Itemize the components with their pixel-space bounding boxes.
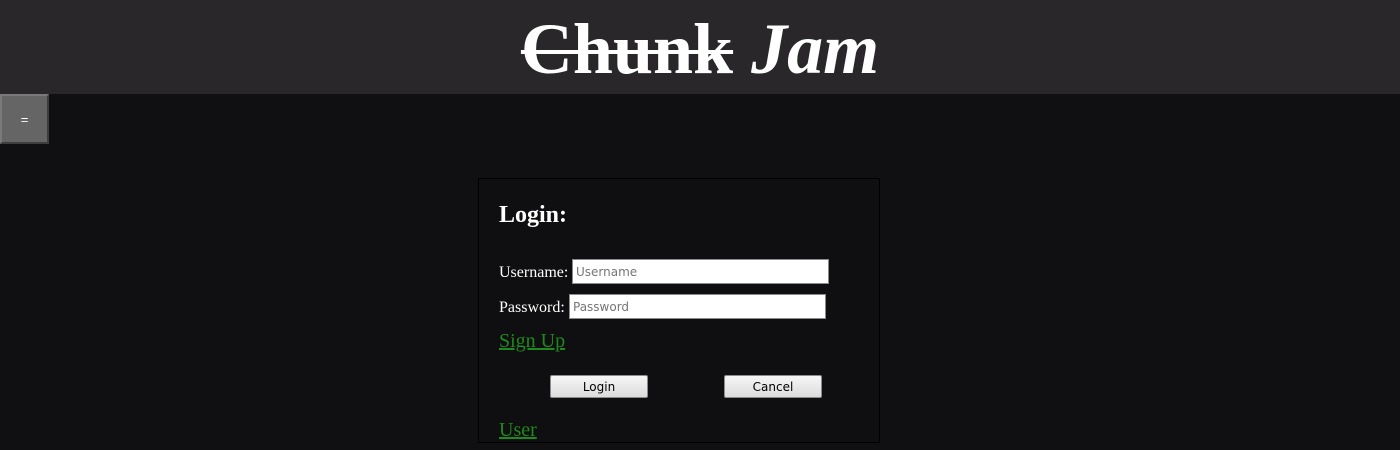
username-label: Username: [499, 264, 569, 281]
login-button[interactable]: Login [550, 375, 648, 398]
cancel-button[interactable]: Cancel [724, 375, 822, 398]
password-input[interactable] [569, 294, 826, 319]
site-header: Chunk Jam [0, 0, 1400, 94]
sign-up-link[interactable]: Sign Up [499, 329, 565, 353]
login-heading: Login: [499, 202, 568, 228]
login-panel: Login: Username: Password: Sign Up Login… [478, 178, 880, 443]
password-label: Password: [499, 299, 565, 316]
user-link[interactable]: User [499, 418, 537, 442]
site-title: Chunk Jam [0, 4, 1400, 94]
menu-toggle-button[interactable]: = [0, 94, 49, 144]
site-title-italic: Jam [751, 9, 880, 89]
username-input[interactable] [572, 259, 829, 284]
site-title-struck: Chunk [520, 9, 734, 89]
